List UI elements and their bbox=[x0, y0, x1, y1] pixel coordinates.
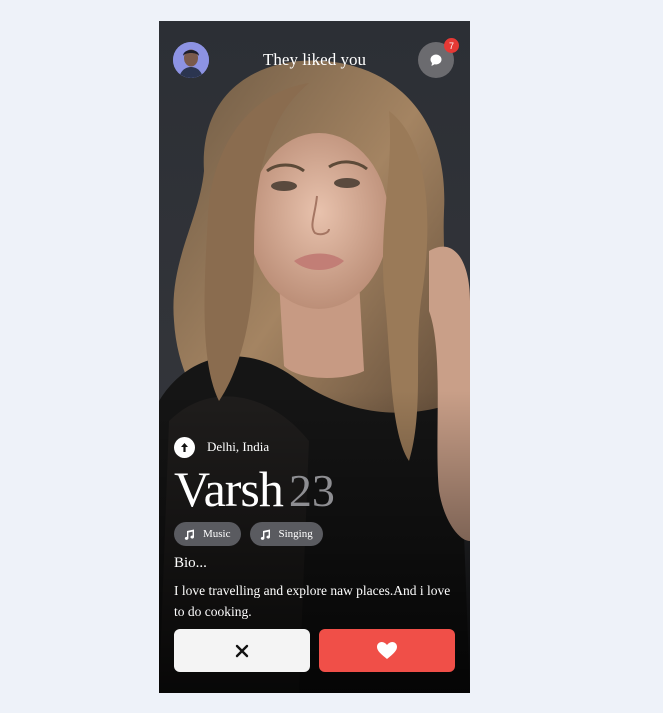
location-icon bbox=[174, 437, 195, 458]
location-text: Delhi, India bbox=[207, 439, 270, 454]
interest-tags: Music Singing bbox=[174, 522, 323, 546]
interest-tag[interactable]: Singing bbox=[249, 522, 323, 546]
bio-heading: Bio... bbox=[174, 555, 207, 571]
location-arrow-icon bbox=[181, 443, 188, 452]
close-icon bbox=[235, 644, 249, 657]
name-age-row: Varsh 23 bbox=[174, 461, 335, 530]
interest-label: Music bbox=[203, 528, 231, 540]
profile-age: 23 bbox=[288, 465, 335, 516]
heart-icon bbox=[377, 642, 397, 659]
chat-bubble-icon bbox=[430, 54, 442, 66]
music-note-icon bbox=[260, 529, 270, 540]
profile-card: They liked you 7 Delhi, India Varsh 23 Mu… bbox=[159, 21, 470, 693]
profile-name: Varsh bbox=[174, 461, 284, 517]
dislike-button[interactable] bbox=[174, 629, 310, 672]
interest-tag[interactable]: Music bbox=[174, 522, 241, 546]
interest-label: Singing bbox=[278, 528, 313, 540]
like-button[interactable] bbox=[319, 629, 455, 672]
bio-text: I love travelling and explore naw places… bbox=[174, 583, 451, 619]
music-note-icon bbox=[184, 529, 195, 540]
unread-badge: 7 bbox=[444, 38, 459, 53]
